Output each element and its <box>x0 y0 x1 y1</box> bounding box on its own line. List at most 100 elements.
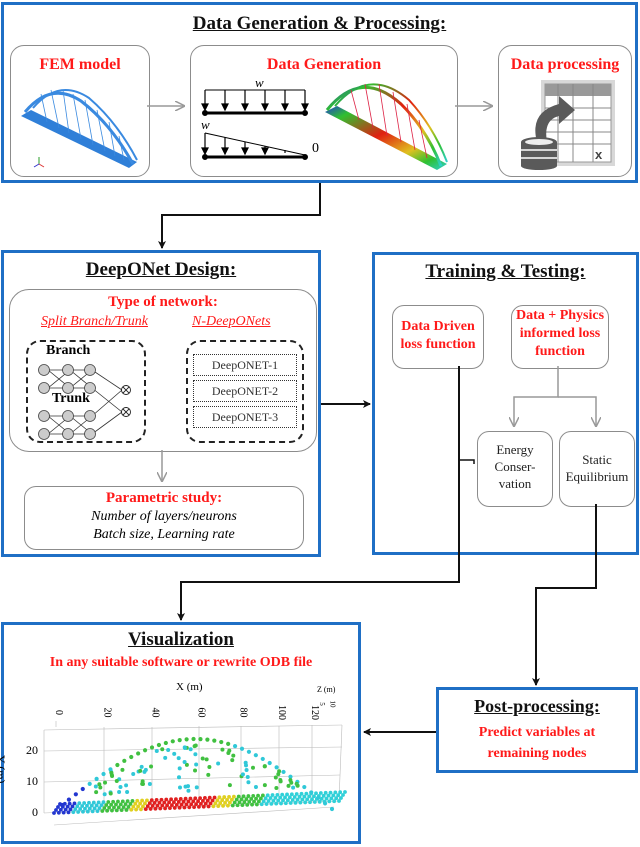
node-point <box>198 737 203 742</box>
node-scatter-plot <box>43 721 347 826</box>
node-point <box>101 800 106 805</box>
node-point <box>183 784 188 789</box>
node-point <box>262 764 267 769</box>
static-line-1: Static <box>582 452 612 467</box>
node-point <box>178 797 183 801</box>
database-spreadsheet-icon: x <box>521 80 615 170</box>
node-point <box>285 792 289 797</box>
node-point <box>204 757 209 762</box>
node-point <box>174 797 178 802</box>
node-point <box>193 796 198 801</box>
node-point <box>314 791 318 796</box>
node-point <box>244 767 249 772</box>
node-point <box>135 798 140 803</box>
node-point <box>253 753 258 758</box>
node-point <box>212 795 217 800</box>
deeponet-model-item: DeepONET-1 <box>193 354 297 376</box>
node-point <box>322 801 328 806</box>
node-point <box>59 802 65 808</box>
node-point <box>207 764 212 769</box>
node-point <box>80 786 85 792</box>
node-point <box>166 748 171 753</box>
node-point <box>203 795 207 800</box>
triangular-load-icon <box>201 132 308 160</box>
node-point <box>102 792 107 797</box>
node-point <box>231 753 236 758</box>
node-point <box>125 790 130 795</box>
node-point <box>260 793 265 798</box>
node-point <box>328 790 333 795</box>
node-point <box>93 784 98 789</box>
node-point <box>227 783 232 788</box>
node-point <box>147 782 152 787</box>
uniform-load-icon <box>201 89 309 116</box>
parametric-line-2: Batch size, Learning rate <box>93 527 235 542</box>
parametric-study-label: Parametric study: <box>105 490 223 506</box>
node-point <box>188 796 193 801</box>
static-line-2: Equilibrium <box>565 469 629 484</box>
node-point <box>193 768 198 773</box>
node-point <box>142 748 148 753</box>
node-point <box>286 783 291 788</box>
node-point <box>122 758 127 763</box>
node-point <box>82 801 87 805</box>
bridge-mesh-icon <box>21 89 138 168</box>
node-point <box>277 769 282 774</box>
node-point <box>273 775 278 780</box>
axis-triad-icon <box>33 157 45 168</box>
n-deeponets-diagram: DeepONET-1 DeepONET-2 DeepONET-3 <box>186 340 304 443</box>
load-diagrams <box>201 83 448 170</box>
node-point <box>101 771 106 777</box>
node-point <box>114 778 119 783</box>
node-point <box>172 751 177 756</box>
node-point <box>183 796 188 801</box>
node-point <box>245 774 250 779</box>
node-point <box>216 761 221 766</box>
node-point <box>343 790 347 794</box>
node-point <box>154 798 159 802</box>
fem-model-card: FEM model <box>10 45 150 177</box>
node-point <box>262 783 267 788</box>
node-point <box>149 798 154 803</box>
node-point <box>289 780 294 785</box>
node-point <box>170 739 175 744</box>
data-driven-line-2: loss function <box>400 337 476 352</box>
deeponet-design-panel: DeepONet Design: Type of network: Split … <box>1 250 321 557</box>
node-point <box>96 800 101 805</box>
node-point <box>231 794 236 799</box>
node-point <box>230 758 235 763</box>
deeponet-model-item: DeepONET-3 <box>193 406 297 428</box>
node-point <box>207 795 212 800</box>
data-generation-title: Data Generation & Processing: <box>192 13 447 34</box>
parametric-study-card: Parametric study: Number of layers/neuro… <box>24 486 304 550</box>
node-point <box>323 790 328 795</box>
node-point <box>116 799 120 804</box>
split-network-diagram: Branch Trunk <box>26 340 146 443</box>
node-point <box>140 798 145 803</box>
node-point <box>232 744 238 749</box>
n-deeponets-option: N-DeepONets <box>192 314 271 329</box>
physics-informed-loss-card: Data + Physics informed loss function <box>511 305 609 369</box>
node-point <box>275 792 280 797</box>
node-point <box>244 763 249 768</box>
node-point <box>226 751 231 756</box>
node-point <box>98 785 103 790</box>
node-point <box>164 797 169 802</box>
node-point <box>241 794 246 799</box>
node-point <box>338 790 343 795</box>
data-driven-loss-card: Data Driven loss function <box>392 305 484 369</box>
deeponet-design-title: DeepONet Design: <box>85 259 237 280</box>
node-point <box>120 799 125 804</box>
split-branch-trunk-option: Split Branch/Trunk <box>41 314 148 329</box>
parametric-line-1: Number of layers/neurons <box>91 509 237 524</box>
node-point <box>265 793 270 798</box>
node-point <box>136 751 141 756</box>
energy-line-1: Energy <box>496 442 534 457</box>
node-point <box>145 798 149 803</box>
deeponet-model-item: DeepONET-2 <box>193 380 297 402</box>
node-point <box>253 785 258 790</box>
node-point <box>125 799 130 804</box>
node-point <box>205 737 210 742</box>
node-point <box>226 741 231 746</box>
node-point <box>192 744 197 749</box>
